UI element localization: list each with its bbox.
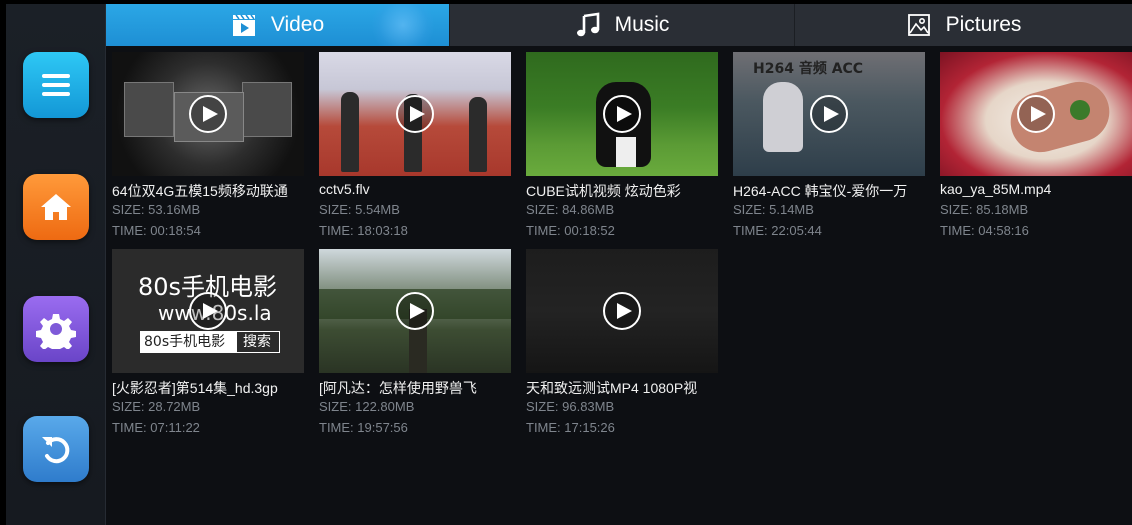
video-thumbnail[interactable]: 80s手机电影 www.80s.la 80s手机电影 搜索 [112, 249, 304, 373]
video-title: cctv5.flv [319, 181, 370, 197]
video-item[interactable]: H264 音频 ACC H264-ACC 韩宝仪-爱你一万 SIZE: 5.14… [729, 52, 925, 242]
video-thumbnail[interactable]: H264 音频 ACC [733, 52, 925, 176]
video-title: [阿凡达：怎样使用野兽飞 [319, 380, 477, 396]
play-button[interactable] [396, 95, 434, 133]
play-button[interactable] [189, 292, 227, 330]
play-icon [823, 106, 839, 122]
play-button[interactable] [603, 292, 641, 330]
tab-video[interactable]: Video [106, 4, 450, 46]
video-clapper-icon [232, 14, 255, 36]
video-size: SIZE: 5.14MB [733, 202, 814, 217]
sidebar [6, 4, 106, 525]
thumb-garnish [1070, 100, 1090, 120]
app-window: Video Music Pictures 64位双4G五模15频移动联通 SIZ… [6, 4, 1132, 525]
video-size: SIZE: 122.80MB [319, 399, 415, 414]
thumb-searchbox-text: 80s手机电影 [141, 332, 237, 352]
video-time: TIME: 00:18:52 [526, 223, 615, 238]
video-time: TIME: 19:57:56 [319, 420, 408, 435]
video-item[interactable]: 80s手机电影 www.80s.la 80s手机电影 搜索 [火影忍者]第514… [108, 249, 304, 439]
tab-music[interactable]: Music [450, 4, 795, 46]
thumb-dog-chest [616, 137, 636, 167]
home-icon [41, 194, 71, 220]
video-time: TIME: 22:05:44 [733, 223, 822, 238]
video-grid: 64位双4G五模15频移动联通 SIZE: 53.16MB TIME: 00:1… [108, 52, 1132, 522]
play-button[interactable] [189, 95, 227, 133]
menu-icon [42, 74, 70, 96]
video-time: TIME: 00:18:54 [112, 223, 201, 238]
thumb-search-label: 搜索 [243, 334, 271, 350]
tab-music-label: Music [614, 13, 670, 36]
tab-pictures-label: Pictures [945, 13, 1022, 36]
video-title: CUBE试机视频 炫动色彩 [526, 183, 681, 199]
video-thumbnail[interactable] [526, 52, 718, 176]
video-title: 64位双4G五模15频移动联通 [112, 183, 288, 199]
video-thumbnail[interactable] [319, 52, 511, 176]
video-size: SIZE: 5.54MB [319, 202, 400, 217]
play-icon [202, 303, 218, 319]
video-thumbnail[interactable] [526, 249, 718, 373]
video-size: SIZE: 85.18MB [940, 202, 1029, 217]
video-item[interactable]: CUBE试机视频 炫动色彩 SIZE: 84.86MB TIME: 00:18:… [522, 52, 718, 242]
video-size: SIZE: 84.86MB [526, 202, 615, 217]
video-size: SIZE: 28.72MB [112, 399, 201, 414]
menu-button[interactable] [23, 52, 89, 118]
play-icon [616, 106, 632, 122]
video-time: TIME: 04:58:16 [940, 223, 1029, 238]
play-icon [202, 106, 218, 122]
thumb-panel [242, 82, 292, 137]
back-button[interactable] [23, 416, 89, 482]
play-button[interactable] [810, 95, 848, 133]
back-arrow-icon [42, 437, 70, 464]
video-thumbnail[interactable] [319, 249, 511, 373]
play-icon [616, 303, 632, 319]
touch-ripple [372, 4, 434, 46]
video-title: 天和致远测试MP4 1080P视 [526, 380, 698, 396]
video-thumbnail[interactable] [112, 52, 304, 176]
thumb-figure [469, 97, 487, 172]
thumb-singer [763, 82, 803, 152]
play-icon [409, 106, 425, 122]
video-size: SIZE: 96.83MB [526, 399, 615, 414]
tab-bar: Video Music Pictures [106, 4, 1132, 46]
tab-video-label: Video [270, 13, 325, 36]
play-button[interactable] [396, 292, 434, 330]
music-note-icon [576, 12, 599, 37]
thumb-searchbox: 80s手机电影 搜索 [140, 331, 280, 353]
play-icon [409, 303, 425, 319]
home-button[interactable] [23, 174, 89, 240]
gear-icon [36, 314, 76, 349]
video-item[interactable]: [阿凡达：怎样使用野兽飞 SIZE: 122.80MB TIME: 19:57:… [315, 249, 511, 439]
video-size: SIZE: 53.16MB [112, 202, 201, 217]
settings-button[interactable] [23, 296, 89, 362]
thumb-panel [124, 82, 174, 137]
tab-pictures[interactable]: Pictures [795, 4, 1132, 46]
video-item[interactable]: 64位双4G五模15频移动联通 SIZE: 53.16MB TIME: 00:1… [108, 52, 304, 242]
video-time: TIME: 07:11:22 [112, 420, 200, 435]
video-title: kao_ya_85M.mp4 [940, 181, 1052, 197]
video-title: [火影忍者]第514集_hd.3gp [112, 380, 278, 396]
video-item[interactable]: cctv5.flv SIZE: 5.54MB TIME: 18:03:18 [315, 52, 511, 242]
thumb-overlay-text: H264 音频 ACC [753, 61, 864, 77]
video-item[interactable]: kao_ya_85M.mp4 SIZE: 85.18MB TIME: 04:58… [936, 52, 1132, 242]
play-button[interactable] [1017, 95, 1055, 133]
video-time: TIME: 18:03:18 [319, 223, 408, 238]
video-item[interactable]: 天和致远测试MP4 1080P视 SIZE: 96.83MB TIME: 17:… [522, 249, 718, 439]
thumb-figure [341, 92, 359, 172]
play-icon [1030, 106, 1046, 122]
video-title: H264-ACC 韩宝仪-爱你一万 [733, 183, 908, 199]
picture-icon [907, 14, 930, 36]
play-button[interactable] [603, 95, 641, 133]
video-time: TIME: 17:15:26 [526, 420, 615, 435]
video-thumbnail[interactable] [940, 52, 1132, 176]
